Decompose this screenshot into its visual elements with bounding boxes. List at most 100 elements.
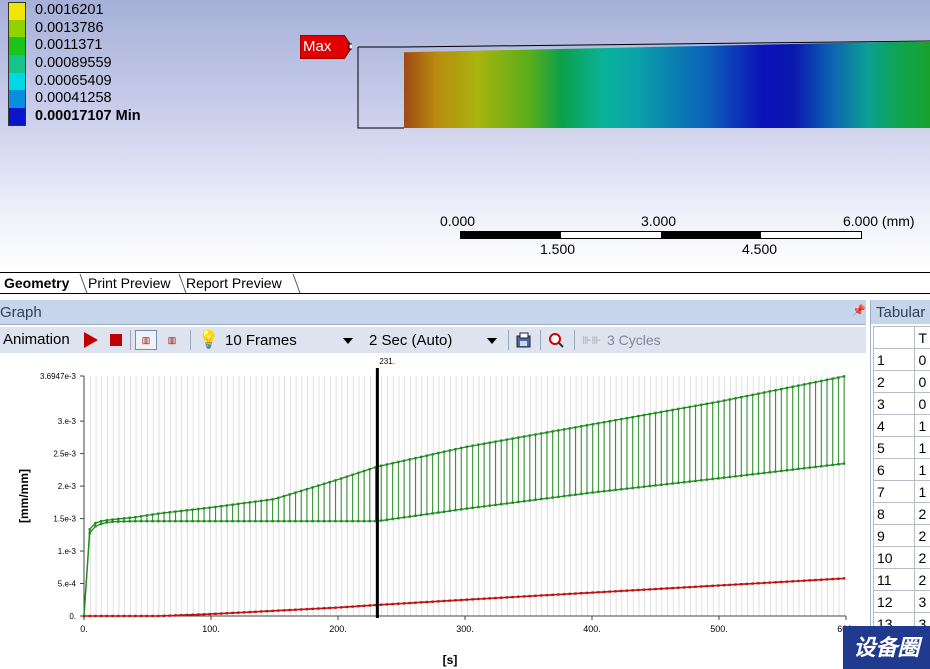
toolbar-separator (540, 330, 541, 350)
row-number: 4 (872, 414, 916, 437)
cycles-icon[interactable]: ⊪⊪ (582, 334, 601, 347)
time-dropdown[interactable]: 2 Sec (Auto) (366, 330, 501, 351)
row-number: 2 (872, 370, 916, 393)
toolbar-separator (130, 330, 131, 350)
pin-icon[interactable]: 📌 (852, 304, 866, 317)
axis-ticks (80, 375, 847, 620)
axis-labels: 0. 5.e-4 1.e-3 1.5e-3 2.e-3 2.5e-3 3.e-3 3.6947… (17, 372, 855, 667)
table-row[interactable]: 41 (872, 414, 930, 437)
series-group (82, 375, 846, 618)
tabular-data-table: T 1 0 2 0 3 0 4 1 5 1 6 1 7 1 8 2 9 2 10 2 11 2 12 3 13 3 (872, 326, 930, 635)
table-row[interactable]: 11 2 (872, 568, 930, 591)
time-dropdown-value: 2 Sec (Auto) (369, 332, 453, 349)
table-row[interactable]: 10 (872, 348, 930, 371)
row-value: 0 (914, 370, 930, 393)
row-value: 0 (914, 392, 930, 415)
row-number: 8 (872, 502, 916, 525)
frames-dropdown[interactable]: 10 Frames (222, 330, 357, 351)
x-tick-label: 200. (329, 624, 347, 634)
y-tick-label: 5.e-4 (58, 580, 77, 589)
row-value: 1 (914, 480, 930, 503)
row-value: 2 (914, 502, 930, 525)
y-tick-label: 2.5e-3 (53, 450, 76, 459)
play-icon[interactable] (84, 332, 98, 348)
animation-label: Animation (3, 331, 70, 348)
export-video-icon[interactable] (516, 332, 532, 348)
graph-panel-title: Graph (0, 304, 42, 321)
geometry-viewport[interactable]: 0.0016201 0.0013786 0.0011371 0.00089559 0.0… (0, 0, 930, 272)
tab-divider (292, 274, 301, 293)
row-value: 3 (914, 590, 930, 613)
toolbar-separator (508, 330, 509, 350)
row-value: 0 (914, 348, 930, 371)
table-row[interactable]: 20 (872, 370, 930, 393)
tab-report-preview[interactable]: Report Preview (186, 273, 282, 293)
x-tick-label: 100. (202, 624, 220, 634)
x-tick-label: 400. (583, 624, 601, 634)
watermark-logo: 设备圈 (843, 626, 930, 669)
table-header-blank (872, 326, 916, 349)
scale-bar (460, 231, 862, 239)
chevron-down-icon (343, 338, 353, 344)
table-row[interactable]: 10 2 (872, 546, 930, 569)
row-value: 1 (914, 436, 930, 459)
row-value: 2 (914, 546, 930, 569)
row-number: 11 (872, 568, 916, 591)
frames-dropdown-value: 10 Frames (225, 332, 297, 349)
scale-label-6: 6.000 (mm) (843, 213, 915, 229)
tabular-panel: Tabular T 1 0 2 0 3 0 4 1 5 1 6 1 7 1 8 2 9 2 10 2 11 2 12 3 13 3 (870, 300, 930, 669)
row-number: 7 (872, 480, 916, 503)
tab-geometry[interactable]: Geometry (0, 273, 69, 293)
graph-chart[interactable]: 231. 0. 5.e-4 1.e-3 1.5e-3 2.e-3 2.5e-3 3.e-3 3… (0, 353, 866, 669)
table-row[interactable]: 82 (872, 502, 930, 525)
table-row[interactable]: 12 3 (872, 590, 930, 613)
row-number: 5 (872, 436, 916, 459)
y-tick-label: 2.e-3 (58, 482, 77, 491)
scale-label-0: 0.000 (440, 213, 476, 229)
scale-label-1-5: 1.500 (540, 241, 576, 257)
lightbulb-icon[interactable]: 💡 (198, 330, 219, 350)
y-axis-title: [mm/mm] (17, 469, 31, 523)
table-row[interactable]: 71 (872, 480, 930, 503)
tab-divider (79, 274, 88, 293)
row-number: 3 (872, 392, 916, 415)
table-row[interactable]: 51 (872, 436, 930, 459)
cursor-label: 231. (379, 357, 395, 366)
beam-contour[interactable] (404, 41, 930, 128)
table-header-row: T (872, 326, 930, 349)
scale-label-3: 3.000 (641, 213, 677, 229)
x-tick-label: 0. (80, 624, 88, 634)
table-row[interactable]: 30 (872, 392, 930, 415)
zoom-icon[interactable] (548, 332, 564, 348)
stop-icon[interactable] (110, 334, 122, 346)
chart-svg[interactable]: 231. 0. 5.e-4 1.e-3 1.5e-3 2.e-3 2.5e-3 3.e-3 3… (0, 353, 866, 669)
view-tabs: Geometry Print Preview Report Preview (0, 272, 930, 294)
chevron-down-icon (487, 338, 497, 344)
distributed-frames-icon[interactable]: ▥ (135, 330, 157, 350)
animation-toolbar: Animation ▥ ▥ 💡 10 Frames 2 Sec (Auto) ⊪… (0, 327, 866, 353)
y-tick-label: 1.5e-3 (53, 515, 76, 524)
row-number: 1 (872, 348, 916, 371)
y-tick-label: 3.e-3 (58, 417, 77, 426)
minor-gridlines (89, 376, 846, 616)
row-number: 10 (872, 546, 916, 569)
table-row[interactable]: 92 (872, 524, 930, 547)
row-number: 9 (872, 524, 916, 547)
x-axis-title: [s] (443, 653, 458, 667)
y-tick-label: 0. (69, 612, 76, 621)
result-sets-icon[interactable]: ▥ (161, 330, 183, 350)
cycles-label: 3 Cycles (607, 332, 661, 348)
max-label: Max (303, 38, 332, 55)
row-value: 1 (914, 414, 930, 437)
table-row[interactable]: 61 (872, 458, 930, 481)
scale-label-4-5: 4.500 (742, 241, 778, 257)
graph-panel-header: Graph 📌 (0, 300, 866, 325)
row-number: 12 (872, 590, 916, 613)
x-tick-label: 500. (710, 624, 728, 634)
tab-print-preview[interactable]: Print Preview (88, 273, 170, 293)
tabular-panel-header: Tabular (871, 300, 930, 324)
x-tick-label: 300. (456, 624, 474, 634)
row-value: 2 (914, 568, 930, 591)
table-header-cell[interactable]: T (914, 326, 930, 349)
toolbar-separator (190, 330, 191, 350)
